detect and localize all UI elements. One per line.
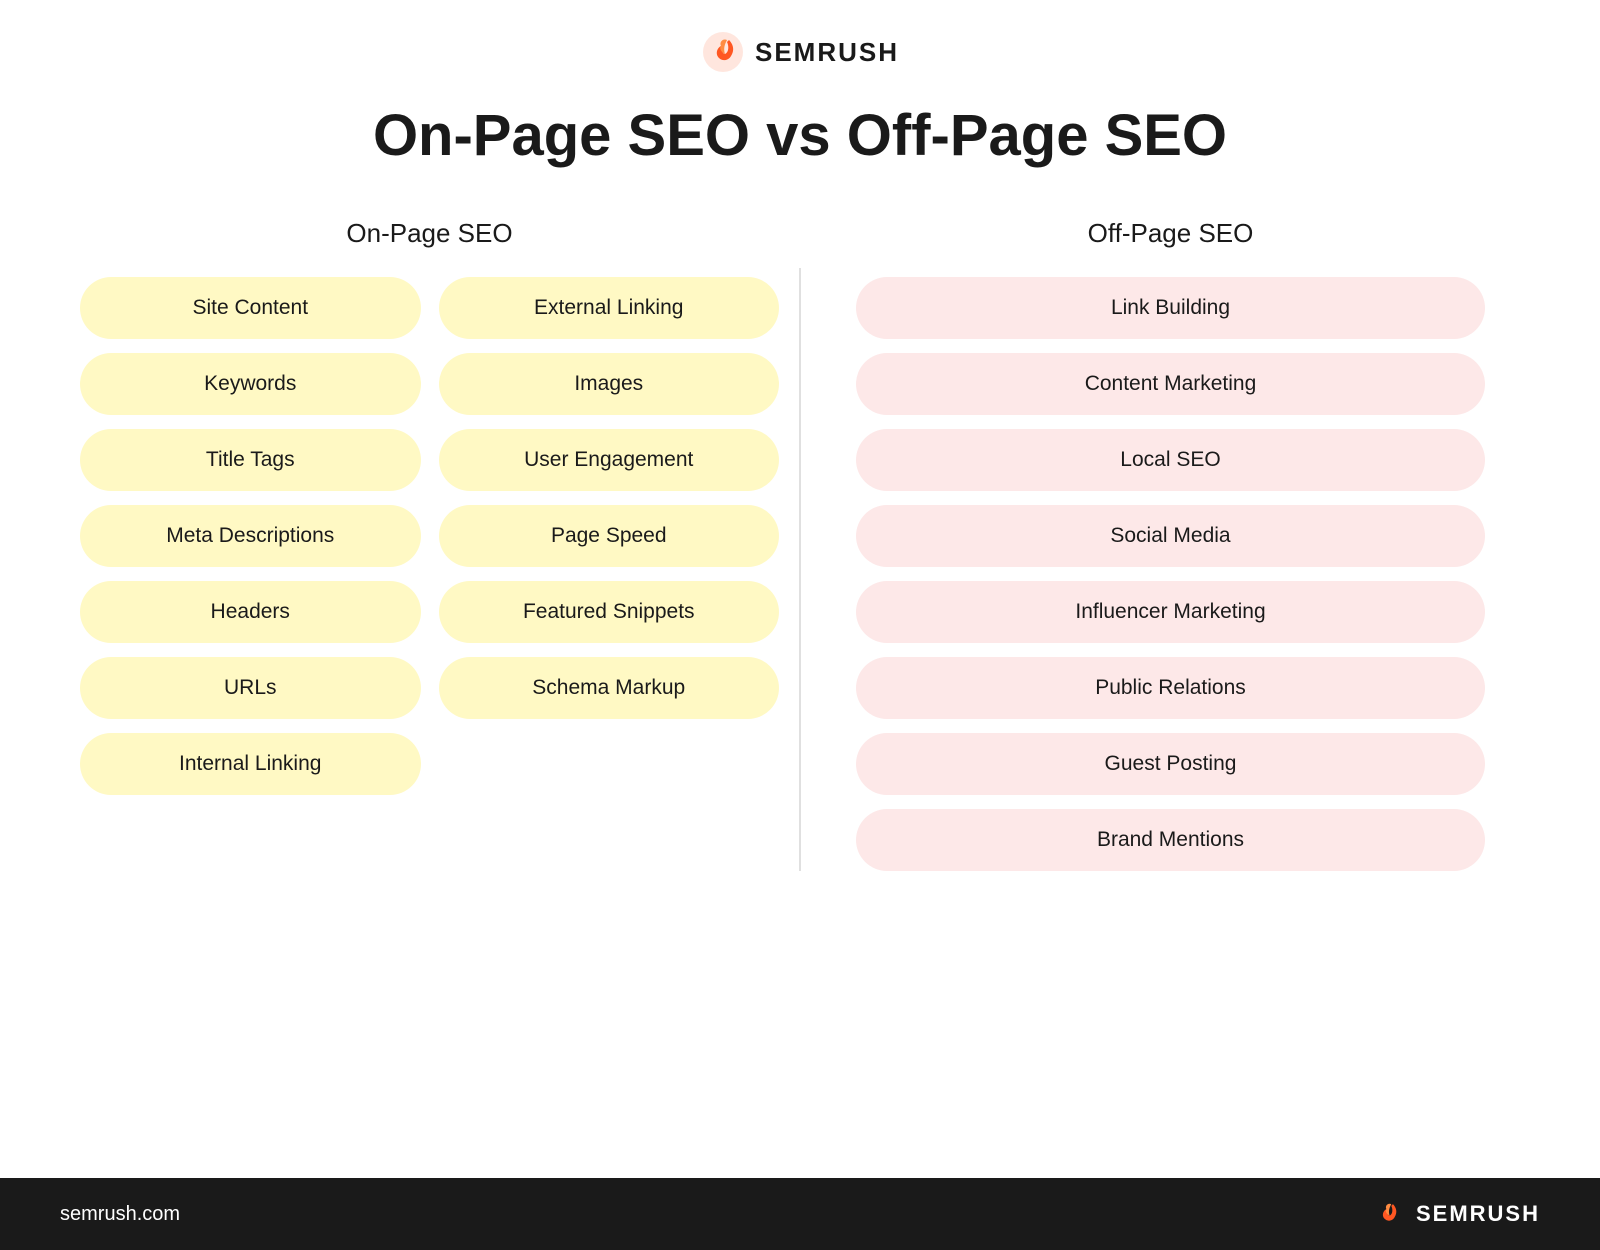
list-item: User Engagement — [439, 429, 780, 491]
footer-logo: SEMRUSH — [1370, 1196, 1540, 1232]
on-page-grid: Site Content External Linking Keywords I… — [60, 277, 799, 795]
list-item: Guest Posting — [856, 733, 1484, 795]
main-content: SEMRUSH On-Page SEO vs Off-Page SEO On-P… — [0, 0, 1600, 1178]
footer-url: semrush.com — [60, 1203, 180, 1226]
list-item: Title Tags — [80, 429, 421, 491]
list-item: Schema Markup — [439, 657, 780, 719]
list-item: Content Marketing — [856, 353, 1484, 415]
list-item: Link Building — [856, 277, 1484, 339]
list-item: Public Relations — [856, 657, 1484, 719]
list-item: Site Content — [80, 277, 421, 339]
list-item: Images — [439, 353, 780, 415]
list-item: Social Media — [856, 505, 1484, 567]
page-title: On-Page SEO vs Off-Page SEO — [373, 104, 1227, 168]
list-item: Influencer Marketing — [856, 581, 1484, 643]
footer: semrush.com SEMRUSH — [0, 1178, 1600, 1250]
list-item: Brand Mentions — [856, 809, 1484, 871]
list-item: Keywords — [80, 353, 421, 415]
list-item: Headers — [80, 581, 421, 643]
list-item: Meta Descriptions — [80, 505, 421, 567]
off-page-column-title: Off-Page SEO — [1088, 218, 1254, 249]
list-item: External Linking — [439, 277, 780, 339]
list-item: Local SEO — [856, 429, 1484, 491]
semrush-logo-text: SEMRUSH — [755, 37, 899, 68]
list-item: Featured Snippets — [439, 581, 780, 643]
columns-container: On-Page SEO Site Content External Linkin… — [60, 218, 1540, 871]
off-page-list: Link Building Content Marketing Local SE… — [856, 277, 1484, 871]
footer-logo-text: SEMRUSH — [1416, 1201, 1540, 1227]
header-logo: SEMRUSH — [701, 30, 899, 74]
on-page-column: On-Page SEO Site Content External Linkin… — [60, 218, 799, 871]
off-page-column: Off-Page SEO Link Building Content Marke… — [801, 218, 1540, 871]
list-item: URLs — [80, 657, 421, 719]
list-item: Internal Linking — [80, 733, 421, 795]
footer-logo-icon — [1370, 1196, 1406, 1232]
semrush-logo-icon — [701, 30, 745, 74]
on-page-column-title: On-Page SEO — [346, 218, 512, 249]
list-item: Page Speed — [439, 505, 780, 567]
